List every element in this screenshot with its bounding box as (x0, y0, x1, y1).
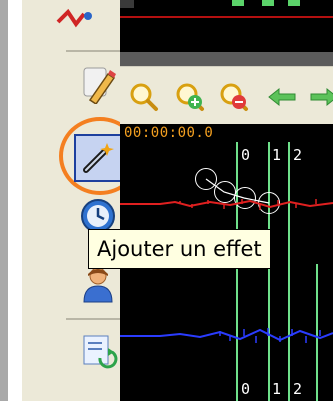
vertical-toolbar (22, 0, 141, 401)
ruler-tick (120, 0, 134, 8)
overview-track-line (120, 16, 333, 18)
zoom-icon[interactable] (126, 79, 162, 115)
ruler-green-mark (232, 0, 244, 6)
waveform-overview (120, 0, 333, 66)
window-edge (0, 0, 8, 401)
zoom-toolbar (120, 66, 333, 125)
ruler-green-mark (288, 0, 300, 6)
ruler-green-mark (262, 0, 274, 6)
toolbar-separator (66, 318, 122, 320)
refresh-list-icon[interactable] (76, 328, 120, 372)
zoom-out-icon[interactable] (216, 79, 252, 115)
toolbar-separator (66, 50, 122, 52)
tooltip: Ajouter un effet (88, 229, 271, 269)
edit-pencil-icon[interactable] (76, 62, 120, 106)
overview-divider (120, 52, 333, 66)
zoom-in-icon[interactable] (172, 79, 208, 115)
arrow-right-icon[interactable] (306, 79, 333, 115)
add-effect-wand-icon[interactable] (74, 134, 122, 182)
arrow-left-icon[interactable] (264, 79, 300, 115)
effects-chain-icon[interactable] (54, 0, 98, 44)
window-gap (8, 0, 22, 401)
